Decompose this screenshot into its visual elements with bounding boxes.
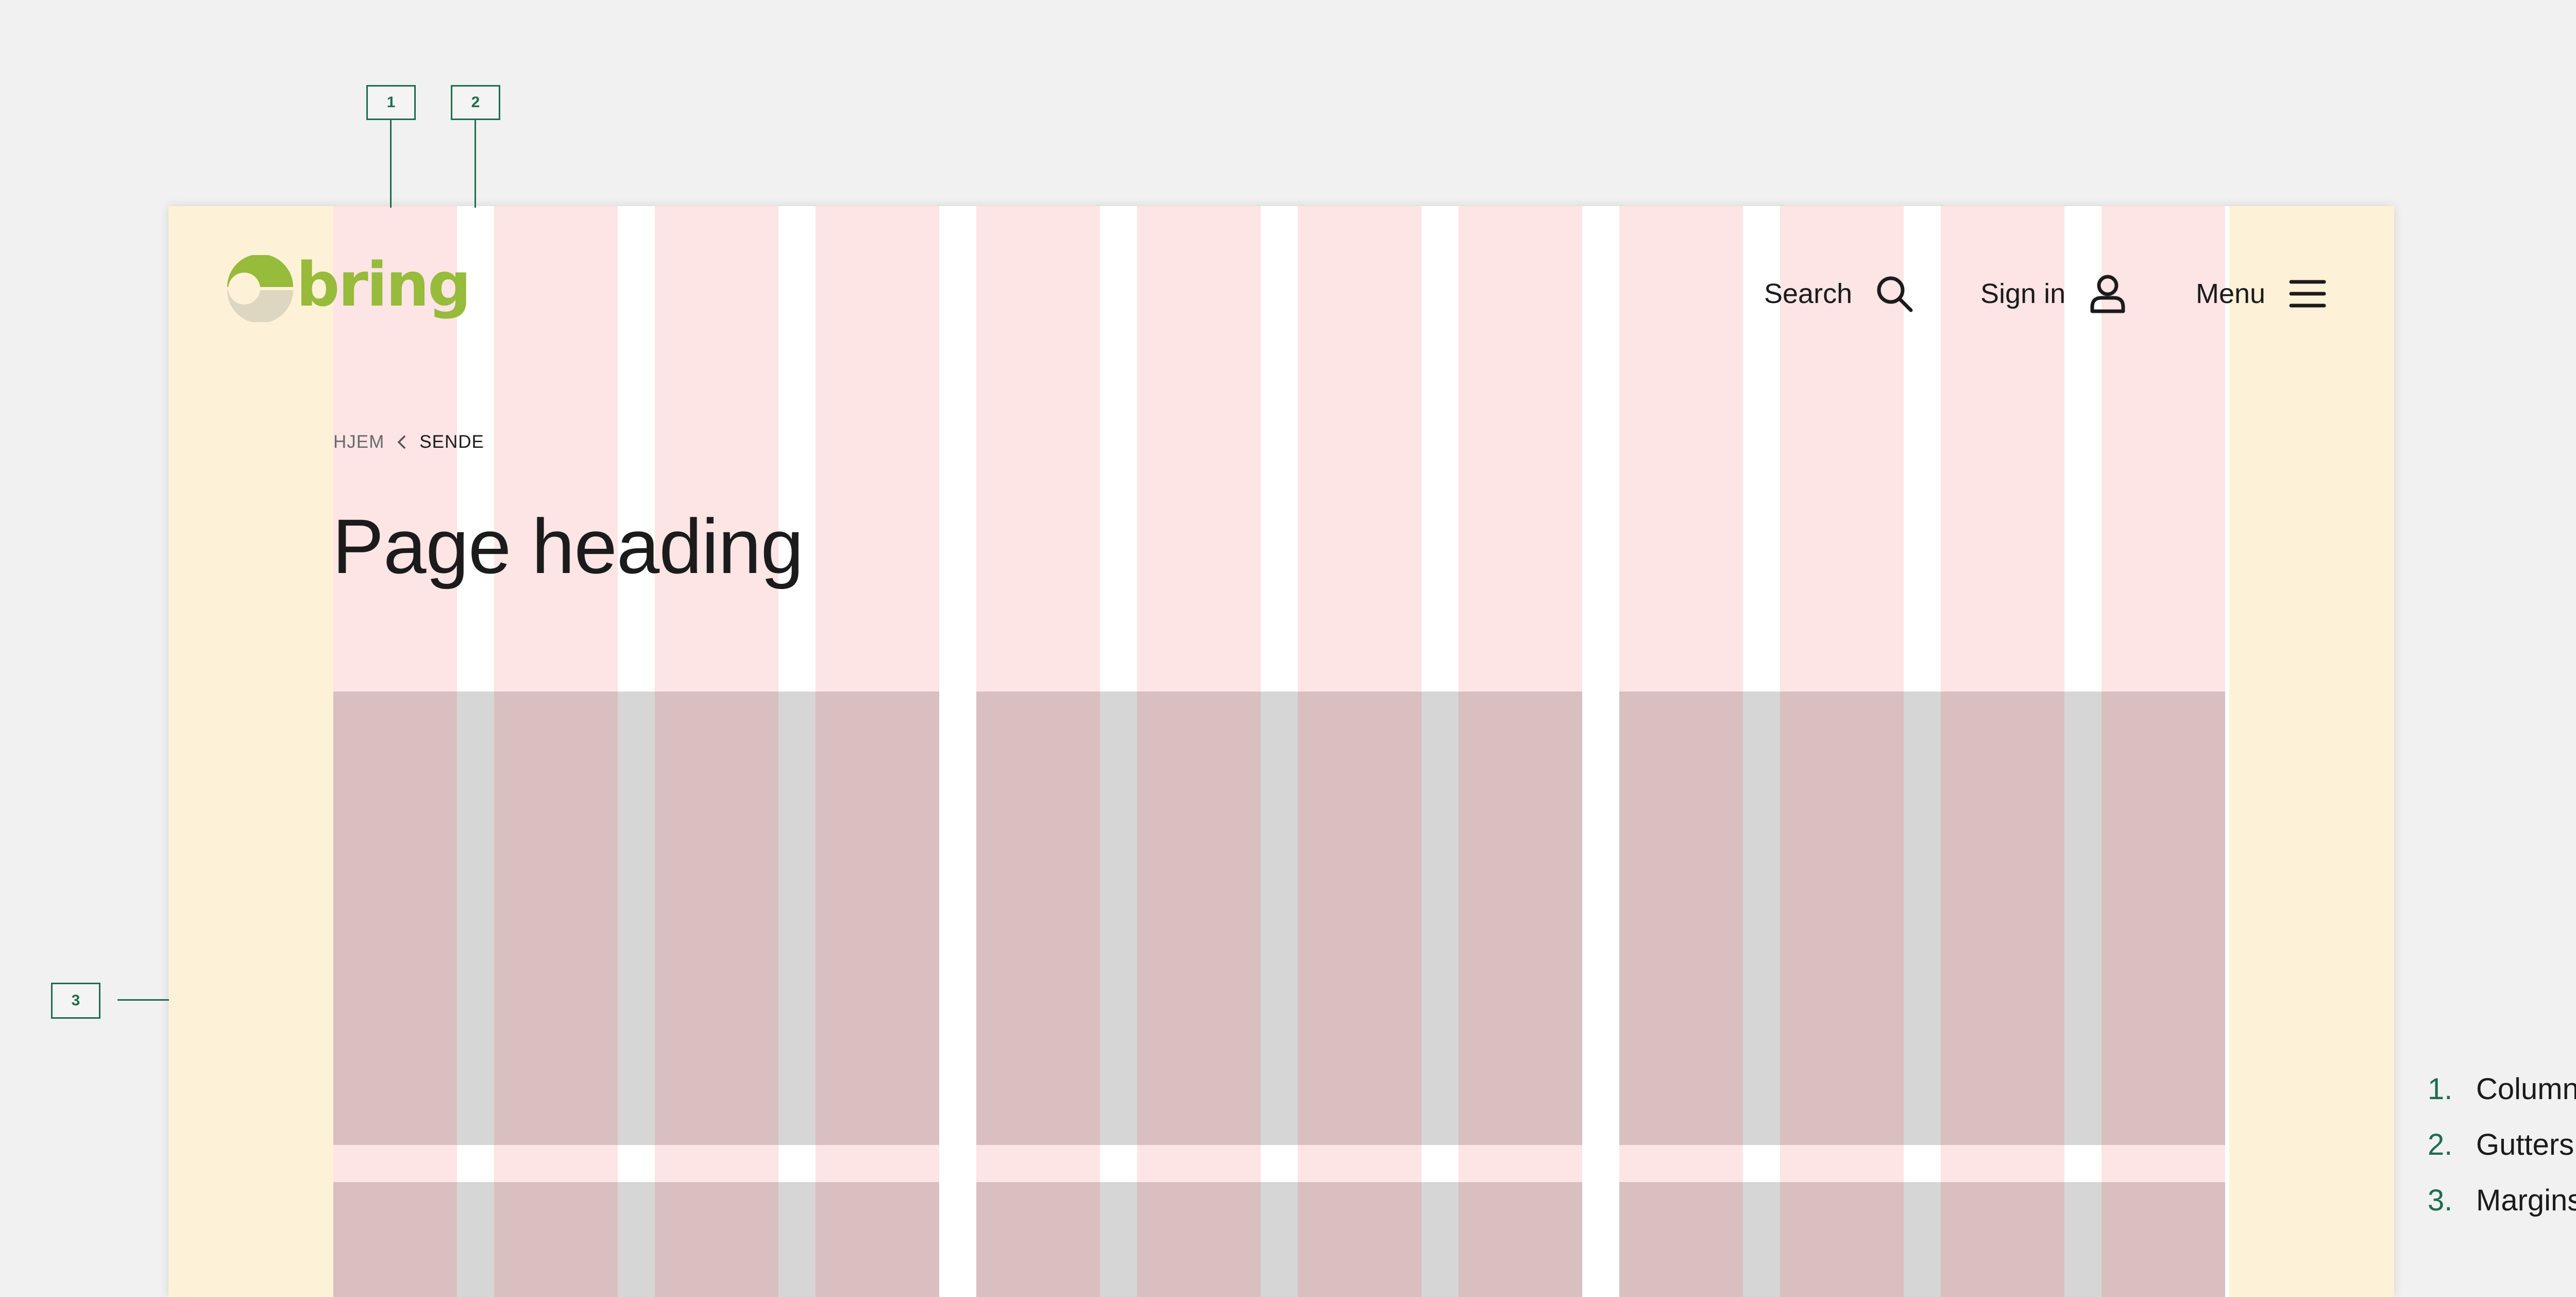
content-card bbox=[333, 692, 939, 1145]
card-column bbox=[333, 1182, 457, 1297]
card-column bbox=[2102, 1182, 2225, 1297]
content-card bbox=[976, 1182, 1582, 1297]
card-column bbox=[1941, 1182, 2064, 1297]
card-column bbox=[655, 692, 778, 1145]
card-column bbox=[494, 692, 618, 1145]
card-column bbox=[976, 692, 1100, 1145]
marker-gutters: 2 bbox=[451, 85, 500, 120]
menu-label: Menu bbox=[2196, 278, 2266, 309]
breadcrumb-current: SENDE bbox=[419, 432, 484, 452]
legend-number: 2. bbox=[2428, 1128, 2453, 1161]
legend-label: Margins bbox=[2476, 1184, 2576, 1217]
chevron-left-icon bbox=[397, 435, 406, 449]
logo-wordmark: bring bbox=[296, 249, 471, 320]
content-card bbox=[1619, 692, 2225, 1145]
menu-button[interactable]: Menu bbox=[2196, 271, 2328, 317]
content-card bbox=[333, 1182, 939, 1297]
legend-item: 1. Columns bbox=[2428, 1072, 2576, 1127]
card-column bbox=[1780, 692, 1904, 1145]
card-column bbox=[1941, 692, 2064, 1145]
card-column bbox=[1459, 692, 1582, 1145]
legend-number: 1. bbox=[2428, 1072, 2453, 1106]
card-column bbox=[816, 1182, 939, 1297]
card-column bbox=[655, 1182, 778, 1297]
card-column bbox=[333, 692, 457, 1145]
user-icon bbox=[2090, 275, 2125, 313]
left-margin bbox=[168, 206, 333, 1297]
card-column bbox=[1619, 692, 1743, 1145]
legend-label: Gutters bbox=[2476, 1128, 2574, 1161]
bring-logo[interactable]: bring bbox=[227, 249, 471, 332]
search-label: Search bbox=[1764, 278, 1853, 309]
marker-columns: 1 bbox=[366, 85, 416, 120]
bring-logo-mark bbox=[227, 255, 293, 322]
content-card bbox=[976, 692, 1582, 1145]
legend-item: 2. Gutters bbox=[2428, 1127, 2576, 1183]
card-column bbox=[1137, 1182, 1261, 1297]
gutters-leader-line bbox=[474, 120, 476, 208]
marker-margins: 3 bbox=[51, 983, 100, 1019]
card-column bbox=[1298, 1182, 1421, 1297]
sign-in-button[interactable]: Sign in bbox=[1980, 271, 2128, 317]
hamburger-menu-icon bbox=[2289, 280, 2326, 308]
card-column bbox=[1459, 1182, 1582, 1297]
card-column bbox=[976, 1182, 1100, 1297]
legend-item: 3. Margins bbox=[2428, 1183, 2576, 1239]
card-column bbox=[2102, 692, 2225, 1145]
card-column bbox=[1137, 692, 1261, 1145]
legend-label: Columns bbox=[2476, 1072, 2576, 1106]
card-column bbox=[494, 1182, 618, 1297]
page-frame: bring Search Sign in Menu HJEM SENDE Pag… bbox=[168, 206, 2394, 1297]
sign-in-label: Sign in bbox=[1980, 278, 2066, 309]
breadcrumb-home-link[interactable]: HJEM bbox=[333, 432, 384, 452]
page-title: Page heading bbox=[332, 503, 804, 589]
legend-number: 3. bbox=[2428, 1184, 2453, 1217]
search-icon bbox=[1877, 276, 1913, 312]
grid-legend: 1. Columns 2. Gutters 3. Margins bbox=[2428, 1072, 2576, 1239]
breadcrumb: HJEM SENDE bbox=[333, 432, 484, 452]
right-margin bbox=[2229, 206, 2394, 1297]
margins-leader-line bbox=[117, 999, 169, 1001]
card-column bbox=[816, 692, 939, 1145]
columns-leader-line bbox=[390, 120, 392, 208]
search-button[interactable]: Search bbox=[1764, 271, 1915, 317]
card-column bbox=[1780, 1182, 1904, 1297]
content-card bbox=[1619, 1182, 2225, 1297]
card-column bbox=[1298, 692, 1421, 1145]
card-column bbox=[1619, 1182, 1743, 1297]
